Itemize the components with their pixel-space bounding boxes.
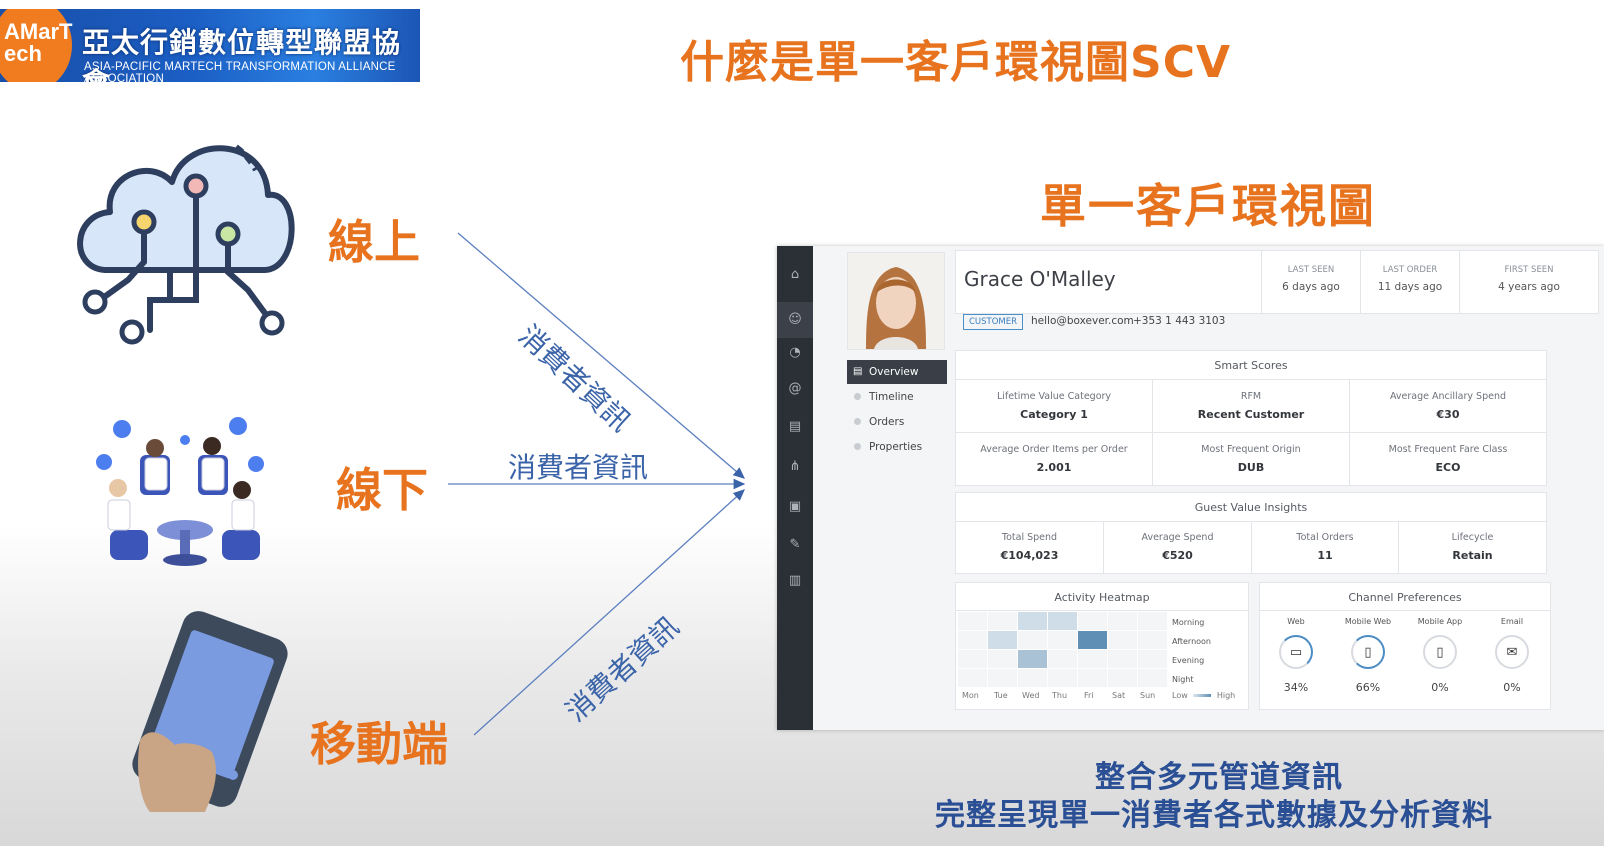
channel-mobile-app: Mobile App ▯ 0%	[1417, 617, 1463, 694]
edit-icon[interactable]: ✎	[786, 536, 804, 554]
gvi-lifecycle: Lifecycle Retain	[1451, 532, 1494, 562]
cloud-circuit-icon	[77, 144, 295, 345]
footer-line-2: 完整呈現單一消費者各式數據及分析資料	[935, 798, 1493, 833]
mobile-web-ring: ▯	[1351, 635, 1385, 669]
heatmap-cell	[1047, 668, 1078, 688]
customer-profile-app: ⌂ ☺ ◔ @ ▤ ⋔ ▣ ✎ ▥ Grace O'Malley LAST SE…	[777, 246, 1604, 730]
score-rfm: RFM Recent Customer	[1197, 391, 1305, 421]
source-label-offline: 線下	[336, 463, 428, 517]
profile-nav: ▤ Overview Timeline Orders Properties	[847, 358, 947, 462]
score-fare-class: Most Frequent Fare Class ECO	[1388, 444, 1508, 474]
heatmap-cell	[1017, 649, 1048, 669]
home-icon[interactable]: ⌂	[786, 266, 804, 284]
customer-phone: +353 1 443 3103	[1133, 315, 1226, 327]
channels-title: Channel Preferences	[1348, 591, 1462, 604]
mobile-app-icon: ▯	[1436, 645, 1444, 660]
heatmap-cell	[1077, 611, 1108, 631]
nav-overview[interactable]: ▤ Overview	[847, 360, 947, 384]
smart-scores-card: Smart Scores Lifetime Value Category Cate…	[955, 350, 1547, 486]
mobile-phone-icon	[132, 611, 288, 812]
score-frequent-origin: Most Frequent Origin DUB	[1201, 444, 1301, 474]
heatmap-cell	[987, 668, 1018, 688]
heatmap-cell	[1107, 630, 1138, 650]
nav-timeline[interactable]: Timeline	[847, 385, 947, 409]
channel-preferences-card: Channel Preferences Web ▭ 34% Mobile Web…	[1259, 582, 1551, 710]
guest-value-title: Guest Value Insights	[1194, 501, 1308, 514]
reports-icon[interactable]: ▥	[786, 572, 804, 590]
flow-arrow-online	[457, 232, 745, 479]
guest-value-card: Guest Value Insights Total Spend €104,023…	[955, 492, 1547, 574]
heatmap-cell	[957, 668, 988, 688]
heatmap-cell	[1107, 668, 1138, 688]
heatmap-cell	[957, 649, 988, 669]
flow-label-offline: 消費者資訊	[508, 451, 649, 484]
heatmap-cell	[1017, 668, 1048, 688]
source-label-mobile: 移動端	[310, 717, 448, 771]
email-ring: ✉	[1495, 635, 1529, 669]
avatar	[847, 252, 945, 350]
heatmap-title: Activity Heatmap	[1054, 591, 1150, 604]
channel-mobile-web: Mobile Web ▯ 66%	[1344, 617, 1392, 694]
document-icon[interactable]: ▤	[786, 418, 804, 436]
heatmap-cell	[1137, 611, 1168, 631]
customer-email[interactable]: hello@boxever.com	[1031, 315, 1134, 327]
nav-orders[interactable]: Orders	[847, 410, 947, 434]
mobile-app-ring: ▯	[1423, 635, 1457, 669]
desktop-icon: ▭	[1289, 645, 1303, 660]
heatmap-cell	[987, 611, 1018, 631]
heatmap-cell	[1137, 649, 1168, 669]
chart-icon: ▤	[853, 366, 863, 377]
people-meeting-icon	[96, 417, 264, 566]
nav-properties[interactable]: Properties	[847, 435, 947, 459]
gift-icon[interactable]: ▣	[786, 498, 804, 516]
gvi-average-spend: Average Spend €520	[1141, 532, 1214, 562]
score-order-items: Average Order Items per Order 2.001	[980, 444, 1128, 474]
heatmap-cell	[1077, 668, 1108, 688]
heatmap-cell	[1077, 649, 1108, 669]
heatmap-cell	[1107, 649, 1138, 669]
heatmap-cell	[1017, 611, 1048, 631]
app-icon-rail: ⌂ ☺ ◔ @ ▤ ⋔ ▣ ✎ ▥	[777, 246, 813, 730]
clock-icon	[854, 393, 861, 400]
customer-badge: CUSTOMER	[963, 314, 1024, 330]
heatmap-cell	[1137, 630, 1168, 650]
customer-name: Grace O'Malley	[964, 267, 1116, 291]
email-icon: ✉	[1506, 645, 1518, 660]
heatmap-legend: Low High	[1172, 691, 1236, 700]
heatmap-periods: Morning Afternoon Evening Night	[1172, 618, 1211, 684]
heatmap-cell	[987, 630, 1018, 650]
score-ltv-category: Lifetime Value Category Category 1	[996, 391, 1112, 421]
gvi-total-spend: Total Spend €104,023	[1000, 532, 1059, 562]
heatmap-cell	[957, 630, 988, 650]
customers-icon[interactable]: ☺	[777, 302, 813, 338]
stat-last-seen: LAST SEEN 6 days ago	[1282, 265, 1340, 293]
score-ancillary-spend: Average Ancillary Spend €30	[1389, 391, 1507, 421]
activity-heatmap-card: Activity Heatmap Morning Afternoon Eveni…	[955, 582, 1249, 710]
smart-scores-title: Smart Scores	[1214, 359, 1288, 372]
heatmap-cell	[1047, 611, 1078, 631]
email-channel-icon[interactable]: @	[786, 380, 804, 398]
heatmap-cell	[1137, 668, 1168, 688]
stat-first-seen: FIRST SEEN 4 years ago	[1498, 265, 1560, 293]
source-label-online: 線上	[328, 215, 420, 269]
heatmap-cell	[1077, 630, 1108, 650]
customer-header-card: Grace O'Malley LAST SEEN 6 days ago LAST…	[955, 250, 1599, 314]
web-ring: ▭	[1279, 635, 1313, 669]
heatmap-cell	[987, 649, 1018, 669]
analytics-icon[interactable]: ◔	[786, 344, 804, 362]
heatmap-cell	[1107, 611, 1138, 631]
mobile-icon: ▯	[1364, 645, 1372, 660]
heatmap-cell	[1017, 630, 1048, 650]
channel-email: Email ✉ 0%	[1476, 617, 1548, 694]
cart-icon	[854, 418, 861, 425]
stat-last-order: LAST ORDER 11 days ago	[1377, 265, 1443, 293]
channel-web: Web ▭ 34%	[1260, 617, 1332, 694]
heatmap-grid	[957, 611, 1168, 689]
heatmap-cell	[957, 611, 988, 631]
info-icon	[854, 443, 861, 450]
heatmap-cell	[1047, 630, 1078, 650]
gvi-total-orders: Total Orders 11	[1296, 532, 1354, 562]
heatmap-cell	[1047, 649, 1078, 669]
hierarchy-icon[interactable]: ⋔	[786, 458, 804, 476]
